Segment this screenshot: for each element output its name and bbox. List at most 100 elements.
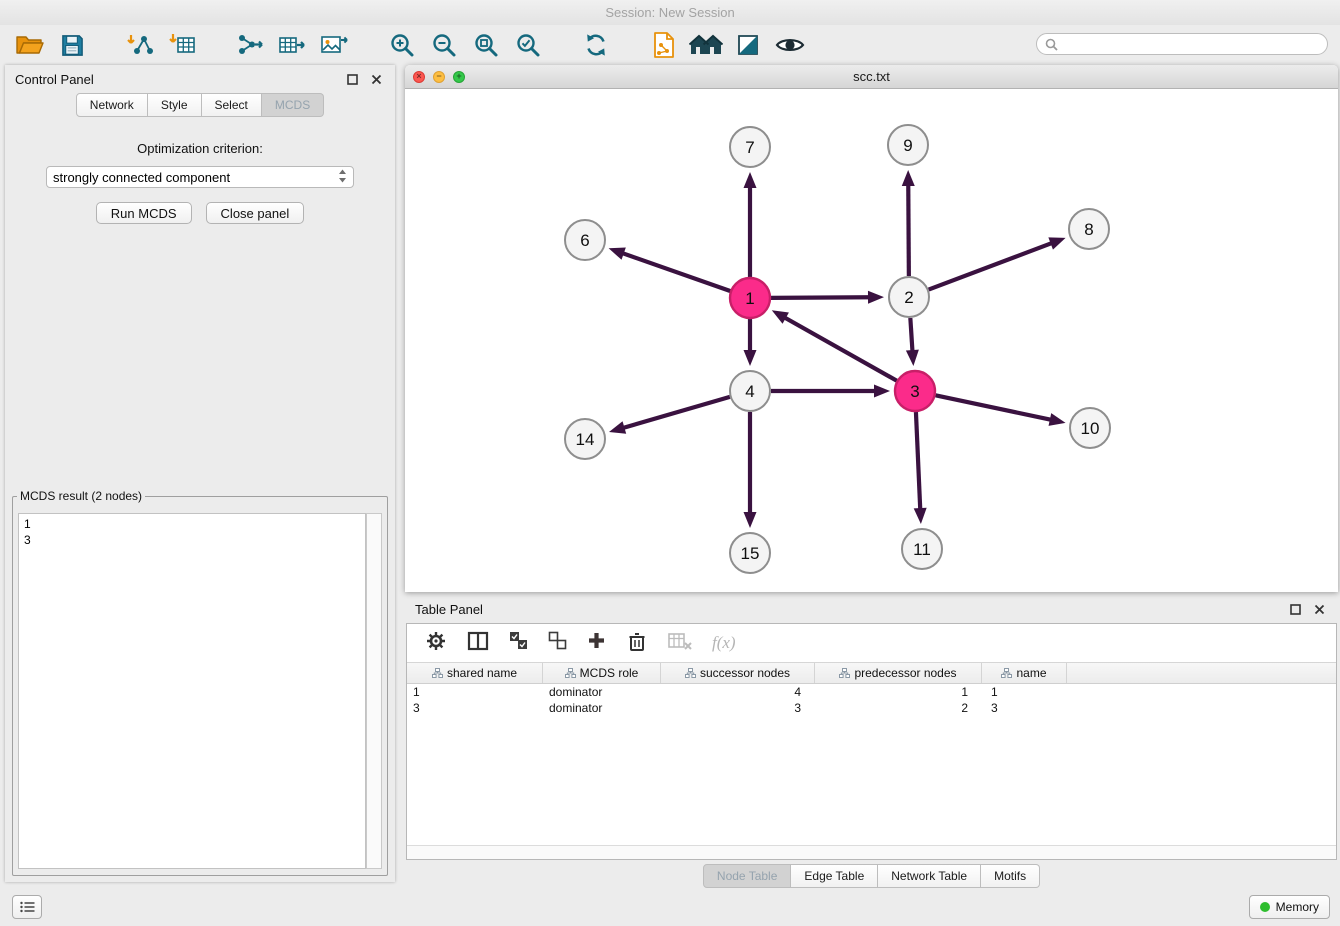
graph-node-8[interactable]: 8 bbox=[1069, 209, 1109, 249]
list-icon bbox=[20, 901, 35, 913]
close-panel-button-2[interactable]: Close panel bbox=[206, 202, 305, 224]
dropdown-arrows-icon bbox=[338, 169, 347, 186]
table-panel: Table Panel f(x) shared nameMCDS rolesuc… bbox=[405, 595, 1338, 890]
mcds-result-list[interactable]: 13 bbox=[18, 513, 366, 869]
close-table-panel-button[interactable] bbox=[1310, 600, 1328, 618]
zoom-in-button[interactable] bbox=[384, 29, 420, 61]
float-panel-button[interactable] bbox=[343, 70, 361, 88]
tab-node-table[interactable]: Node Table bbox=[703, 864, 792, 888]
network-graph[interactable]: 7 9 6 8 1 2 4 3 14 10 15 11 bbox=[405, 89, 1338, 592]
tab-mcds[interactable]: MCDS bbox=[262, 93, 324, 117]
result-scrollbar[interactable] bbox=[366, 513, 382, 869]
graph-edge-arrowhead bbox=[744, 172, 757, 188]
refresh-icon bbox=[582, 32, 610, 58]
network-document-button[interactable] bbox=[646, 29, 682, 61]
column-header-successor-nodes[interactable]: successor nodes bbox=[661, 663, 815, 683]
function-builder-button: f(x) bbox=[712, 633, 736, 653]
graph-edge-1-6[interactable] bbox=[622, 253, 730, 291]
search-icon bbox=[1045, 38, 1058, 51]
run-mcds-button[interactable]: Run MCDS bbox=[96, 202, 192, 224]
search-input[interactable] bbox=[1063, 36, 1319, 52]
task-history-button[interactable] bbox=[12, 895, 42, 919]
graph-node-3[interactable]: 3 bbox=[895, 371, 935, 411]
graph-edge-2-8[interactable] bbox=[929, 243, 1053, 290]
control-panel-header: Control Panel bbox=[5, 65, 395, 93]
window-minimize-button[interactable]: − bbox=[433, 71, 445, 83]
zoom-selected-button[interactable] bbox=[510, 29, 546, 61]
graph-node-14[interactable]: 14 bbox=[565, 419, 605, 459]
show-columns-button[interactable] bbox=[467, 630, 489, 657]
apply-style-button[interactable] bbox=[730, 29, 766, 61]
show-hide-button[interactable] bbox=[772, 29, 808, 61]
export-network-button[interactable] bbox=[232, 29, 268, 61]
table-cell: dominator bbox=[543, 700, 661, 716]
add-column-button[interactable] bbox=[587, 631, 606, 655]
network-window-title: scc.txt bbox=[405, 69, 1338, 84]
tab-edge-table[interactable]: Edge Table bbox=[791, 864, 878, 888]
column-header-MCDS-role[interactable]: MCDS role bbox=[543, 663, 661, 683]
graph-edge-3-11[interactable] bbox=[916, 412, 920, 510]
float-table-panel-button[interactable] bbox=[1286, 600, 1304, 618]
export-image-button[interactable] bbox=[316, 29, 352, 61]
column-header-shared-name[interactable]: shared name bbox=[407, 663, 543, 683]
graph-node-9[interactable]: 9 bbox=[888, 125, 928, 165]
graph-node-11[interactable]: 11 bbox=[902, 529, 942, 569]
column-header-predecessor-nodes[interactable]: predecessor nodes bbox=[815, 663, 982, 683]
table-settings-button[interactable] bbox=[425, 630, 447, 657]
document-network-icon bbox=[651, 31, 677, 59]
optimization-select[interactable]: strongly connected component bbox=[46, 166, 354, 188]
node-label: 3 bbox=[910, 382, 919, 401]
close-panel-button[interactable] bbox=[367, 70, 385, 88]
window-zoom-button[interactable]: + bbox=[453, 71, 465, 83]
window-close-button[interactable]: × bbox=[413, 71, 425, 83]
graph-node-6[interactable]: 6 bbox=[565, 220, 605, 260]
export-table-button[interactable] bbox=[274, 29, 310, 61]
graph-edge-4-14[interactable] bbox=[622, 397, 729, 428]
network-canvas[interactable]: 7 9 6 8 1 2 4 3 14 10 15 11 bbox=[405, 89, 1338, 592]
table-toolbar: f(x) bbox=[407, 624, 1336, 662]
table-row[interactable]: 3dominator323 bbox=[407, 700, 1336, 716]
zoom-fit-icon bbox=[473, 32, 499, 58]
column-header-name[interactable]: name bbox=[982, 663, 1067, 683]
graph-node-4[interactable]: 4 bbox=[730, 371, 770, 411]
import-network-button[interactable] bbox=[122, 29, 158, 61]
table-horizontal-scrollbar[interactable] bbox=[407, 845, 1336, 859]
tab-network-table[interactable]: Network Table bbox=[878, 864, 981, 888]
zoom-out-button[interactable] bbox=[426, 29, 462, 61]
unselect-all-columns-button[interactable] bbox=[548, 631, 567, 655]
graph-node-10[interactable]: 10 bbox=[1070, 408, 1110, 448]
save-icon bbox=[60, 33, 85, 58]
tab-select[interactable]: Select bbox=[202, 93, 262, 117]
optimization-select-value: strongly connected component bbox=[53, 170, 338, 185]
save-session-button[interactable] bbox=[54, 29, 90, 61]
import-table-button[interactable] bbox=[164, 29, 200, 61]
delete-column-button[interactable] bbox=[626, 630, 648, 657]
graph-edge-1-2[interactable] bbox=[771, 297, 870, 298]
select-all-columns-button[interactable] bbox=[509, 631, 528, 655]
graph-edge-2-9[interactable] bbox=[908, 184, 909, 276]
network-window: scc.txt × − + 7 9 6 8 1 2 4 3 14 10 15 11 bbox=[405, 65, 1338, 592]
graph-node-7[interactable]: 7 bbox=[730, 127, 770, 167]
home-button[interactable] bbox=[688, 29, 724, 61]
node-label: 2 bbox=[904, 288, 913, 307]
graph-node-15[interactable]: 15 bbox=[730, 533, 770, 573]
memory-button[interactable]: Memory bbox=[1249, 895, 1330, 919]
graph-edge-2-3[interactable] bbox=[910, 318, 912, 352]
graph-node-2[interactable]: 2 bbox=[889, 277, 929, 317]
mcds-result-title: MCDS result (2 nodes) bbox=[17, 489, 145, 503]
graph-node-1[interactable]: 1 bbox=[730, 278, 770, 318]
search-field[interactable] bbox=[1036, 33, 1328, 55]
mcds-buttons: Run MCDS Close panel bbox=[5, 202, 395, 224]
open-file-button[interactable] bbox=[12, 29, 48, 61]
refresh-button[interactable] bbox=[578, 29, 614, 61]
graph-edge-3-1[interactable] bbox=[784, 317, 897, 381]
table-cell: 3 bbox=[407, 700, 543, 716]
table-row[interactable]: 1dominator411 bbox=[407, 684, 1336, 700]
tab-network[interactable]: Network bbox=[76, 93, 148, 117]
export-table-icon bbox=[277, 32, 307, 58]
export-network-icon bbox=[235, 32, 265, 58]
graph-edge-3-10[interactable] bbox=[936, 395, 1052, 420]
tab-style[interactable]: Style bbox=[148, 93, 202, 117]
tab-motifs[interactable]: Motifs bbox=[981, 864, 1040, 888]
zoom-fit-button[interactable] bbox=[468, 29, 504, 61]
